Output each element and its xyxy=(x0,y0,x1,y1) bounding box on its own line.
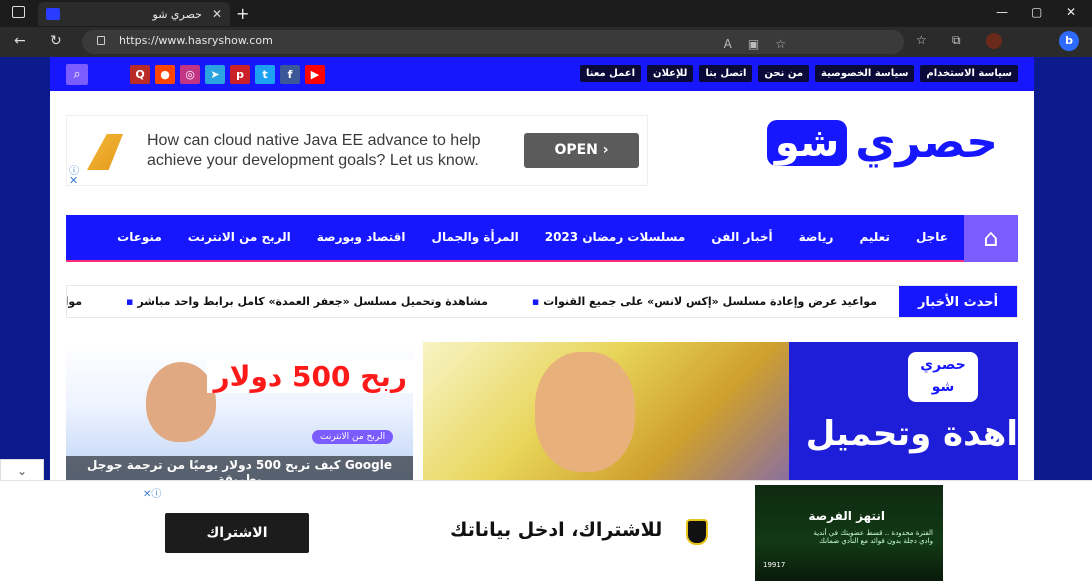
card-logo: حصري شو xyxy=(908,352,978,402)
card-big-text: اهدة وتحميل xyxy=(805,414,1018,454)
website-page: سياسة الاستخدام سياسة الخصوصية من نحن ات… xyxy=(50,57,1034,480)
promo-phone: 19917 xyxy=(763,561,786,569)
ad-open-label: OPEN xyxy=(554,142,598,158)
ticker-label: أحدث الأخبار xyxy=(899,286,1017,317)
browser-chrome: حصري شو ✕ + — ▢ ✕ ← ↻ https://www.hasrys… xyxy=(0,0,1092,57)
nav-item[interactable]: رياضة xyxy=(799,230,834,244)
main-navigation: ⌂ عاجل تعليم رياضة أخبار الفن مسلسلات رم… xyxy=(66,215,1018,262)
ad-open-button[interactable]: OPEN › xyxy=(524,133,639,168)
close-window-icon[interactable]: ✕ xyxy=(1066,5,1076,19)
telegram-icon[interactable]: ➤ xyxy=(205,65,225,84)
ticker-items: مواعيد عرض وإعادة مسلسل «إكس لانس» على ج… xyxy=(67,295,877,308)
bing-copilot-icon[interactable]: b xyxy=(1059,31,1079,51)
news-ticker: أحدث الأخبار مواعيد عرض وإعادة مسلسل «إك… xyxy=(66,285,1018,318)
promo-subtitle: الفترة محدودة .. قسط عضويتك في أندية واد… xyxy=(813,529,933,545)
top-link[interactable]: من نحن xyxy=(758,65,810,82)
logo-text-main: حصري xyxy=(855,117,998,168)
ticker-item[interactable]: مشاهدة وتحميل مسلسل «جعفر العمدة» كامل ب… xyxy=(126,295,488,308)
read-aloud-icon[interactable]: A xyxy=(724,37,732,51)
nav-item[interactable]: المرأة والجمال xyxy=(432,230,519,244)
person-illustration xyxy=(146,362,216,442)
nav-items: عاجل تعليم رياضة أخبار الفن مسلسلات رمضا… xyxy=(117,230,948,244)
featured-card-earnings[interactable]: ربح 500 دولار الربح من الانترنت كيف تربح… xyxy=(66,342,413,480)
facebook-icon[interactable]: f xyxy=(280,65,300,84)
ad-close-icon[interactable]: ✕ xyxy=(69,174,78,187)
ticker-item[interactable]: مواعيد عرض وإعادة مسلسل «إكس لانس» على ج… xyxy=(532,295,877,308)
pinterest-icon[interactable]: p xyxy=(230,65,250,84)
bottom-advertisement[interactable]: ✕ⓘ الاشتراك للاشتراك، ادخل بياناتك انتهز… xyxy=(0,480,1092,581)
maximize-icon[interactable]: ▢ xyxy=(1031,5,1042,19)
club-shield-icon xyxy=(686,519,708,545)
collapse-ad-icon[interactable]: ⌄ xyxy=(0,459,44,481)
site-favicon-icon xyxy=(46,8,60,20)
actor-image xyxy=(535,352,635,472)
nav-item[interactable]: أخبار الفن xyxy=(711,230,772,244)
minimize-icon[interactable]: — xyxy=(996,5,1008,19)
subscribe-text: للاشتراك، ادخل بياناتك xyxy=(450,519,663,541)
nav-item[interactable]: مسلسلات رمضان 2023 xyxy=(545,230,686,244)
window-menu-icon[interactable] xyxy=(12,6,25,18)
close-tab-icon[interactable]: ✕ xyxy=(212,7,222,21)
nav-item[interactable]: الربح من الانترنت xyxy=(188,230,291,244)
lock-icon xyxy=(97,36,105,45)
promo-banner[interactable]: انتهز الفرصة الفترة محدودة .. قسط عضويتك… xyxy=(755,485,943,581)
top-advertisement[interactable]: How can cloud native Java EE advance to … xyxy=(66,115,648,187)
url-text[interactable]: https://www.hasryshow.com xyxy=(119,34,273,47)
category-badge[interactable]: الربح من الانترنت xyxy=(312,430,394,444)
twitter-icon[interactable]: t xyxy=(255,65,275,84)
search-icon[interactable]: ⌕ xyxy=(66,64,88,85)
collections-icon[interactable]: ⧉ xyxy=(952,33,961,48)
top-link[interactable]: سياسة الخصوصية xyxy=(815,65,915,82)
social-icons: Q ● ◎ ➤ p t f ▶ xyxy=(130,65,325,84)
add-favorite-icon[interactable]: ☆ xyxy=(775,37,786,51)
favorites-icon[interactable]: ☆ xyxy=(916,33,927,47)
reddit-icon[interactable]: ● xyxy=(155,65,175,84)
tab-bar: حصري شو ✕ + — ▢ ✕ xyxy=(0,0,1092,27)
logo-text-badge: شو xyxy=(766,119,848,166)
top-link[interactable]: سياسة الاستخدام xyxy=(920,65,1018,82)
ad-text: How can cloud native Java EE advance to … xyxy=(147,132,481,169)
featured-card-series[interactable] xyxy=(423,342,789,480)
card-banner-text: ربح 500 دولار xyxy=(207,360,413,393)
subscribe-button[interactable]: الاشتراك xyxy=(165,513,309,553)
promo-title: انتهز الفرصة xyxy=(808,509,885,523)
refresh-icon[interactable]: ↻ xyxy=(50,33,62,49)
nav-item[interactable]: عاجل xyxy=(916,230,948,244)
immersive-reader-icon[interactable]: ▣ xyxy=(748,37,759,51)
ad-close-info-icon[interactable]: ✕ⓘ xyxy=(143,485,161,500)
ad-logo xyxy=(87,134,123,170)
profile-avatar[interactable] xyxy=(986,33,1002,49)
featured-card-watch[interactable]: حصري شو اهدة وتحميل xyxy=(789,342,1018,480)
quora-icon[interactable]: Q xyxy=(130,65,150,84)
nav-item[interactable]: اقتصاد وبورصة xyxy=(317,230,406,244)
browser-tab[interactable]: حصري شو ✕ xyxy=(38,2,230,26)
top-link[interactable]: اتصل بنا xyxy=(699,65,753,82)
top-link[interactable]: اعمل معنا xyxy=(579,65,642,82)
new-tab-icon[interactable]: + xyxy=(236,4,249,23)
back-icon[interactable]: ← xyxy=(14,33,26,49)
top-bar: سياسة الاستخدام سياسة الخصوصية من نحن ات… xyxy=(50,57,1034,91)
card-headline[interactable]: كيف تربح 500 دولار يوميًا من ترجمة جوجل … xyxy=(66,456,413,480)
tab-title: حصري شو xyxy=(152,7,202,21)
address-bar[interactable]: https://www.hasryshow.com A ▣ ☆ xyxy=(82,30,904,54)
home-icon[interactable]: ⌂ xyxy=(964,215,1018,262)
top-link[interactable]: للإعلان xyxy=(647,65,694,82)
nav-item[interactable]: تعليم xyxy=(859,230,890,244)
top-links: سياسة الاستخدام سياسة الخصوصية من نحن ات… xyxy=(579,65,1018,82)
instagram-icon[interactable]: ◎ xyxy=(180,65,200,84)
ticker-item[interactable]: مواعيد عرض وإعادة مس xyxy=(67,295,82,308)
youtube-icon[interactable]: ▶ xyxy=(305,65,325,84)
address-bar-row: ← ↻ https://www.hasryshow.com A ▣ ☆ ☆ ⧉ xyxy=(0,27,1092,57)
address-bar-actions: A ▣ ☆ xyxy=(724,37,786,51)
site-logo[interactable]: حصري شو xyxy=(766,117,998,168)
nav-item[interactable]: منوعات xyxy=(117,230,162,244)
